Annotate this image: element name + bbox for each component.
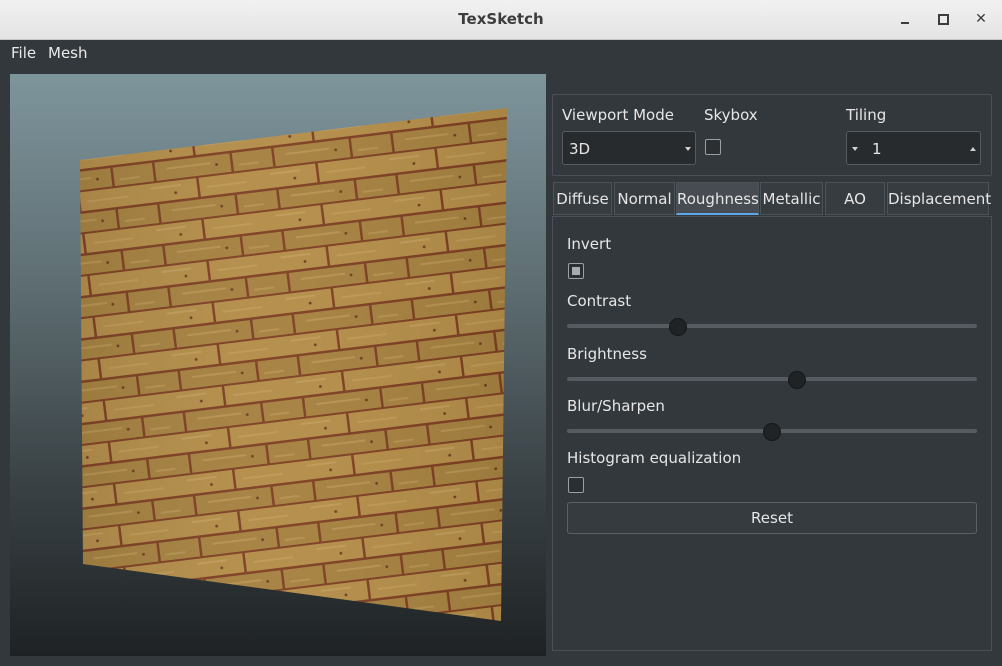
maximize-button[interactable]: [934, 10, 952, 28]
invert-checkbox[interactable]: [568, 263, 584, 279]
viewport-mode-label: Viewport Mode: [562, 106, 674, 124]
blur-sharpen-label: Blur/Sharpen: [567, 397, 665, 415]
histogram-equalization-checkbox[interactable]: [568, 477, 584, 493]
tiling-value: 1: [872, 140, 882, 158]
menu-bar: File Mesh: [0, 40, 1002, 66]
viewport-mode-select[interactable]: 3D: [562, 131, 696, 165]
brightness-label: Brightness: [567, 345, 647, 363]
blur-sharpen-slider-handle[interactable]: [763, 423, 781, 441]
reset-button[interactable]: Reset: [567, 502, 977, 534]
contrast-label: Contrast: [567, 292, 632, 310]
brightness-slider-handle[interactable]: [787, 371, 806, 389]
brightness-slider[interactable]: [567, 377, 977, 381]
tab-ao[interactable]: AO: [825, 182, 885, 215]
minimize-button[interactable]: [896, 10, 914, 28]
tab-roughness[interactable]: Roughness: [676, 182, 759, 215]
tiling-label: Tiling: [846, 106, 887, 124]
3d-viewport[interactable]: [10, 74, 546, 656]
tab-normal[interactable]: Normal: [614, 182, 675, 215]
spin-up-icon[interactable]: [970, 147, 976, 151]
tab-metallic[interactable]: Metallic: [760, 182, 823, 215]
window-title: TexSketch: [458, 10, 544, 28]
skybox-label: Skybox: [704, 106, 758, 124]
maximize-icon: [937, 13, 949, 25]
tiling-spinbox[interactable]: 1: [846, 131, 981, 165]
close-icon: ✕: [975, 11, 987, 27]
contrast-slider[interactable]: [567, 324, 977, 328]
spin-down-icon[interactable]: [852, 147, 858, 151]
textured-plane: [80, 108, 507, 621]
app-window: TexSketch ✕ File Mesh Viewport Mode 3D S…: [0, 0, 1002, 666]
tab-diffuse[interactable]: Diffuse: [553, 182, 612, 215]
close-button[interactable]: ✕: [972, 10, 990, 28]
minimize-icon: [901, 22, 909, 24]
title-bar: TexSketch ✕: [0, 0, 1002, 40]
tab-displacement[interactable]: Displacement: [887, 182, 991, 215]
menu-file[interactable]: File: [11, 44, 36, 62]
invert-label: Invert: [567, 235, 612, 253]
contrast-slider-handle[interactable]: [668, 318, 687, 336]
viewport-mode-value: 3D: [569, 140, 591, 158]
menu-mesh[interactable]: Mesh: [48, 44, 88, 62]
histogram-equalization-label: Histogram equalization: [567, 449, 742, 467]
chevron-down-icon: [685, 147, 691, 151]
skybox-checkbox[interactable]: [705, 139, 721, 155]
